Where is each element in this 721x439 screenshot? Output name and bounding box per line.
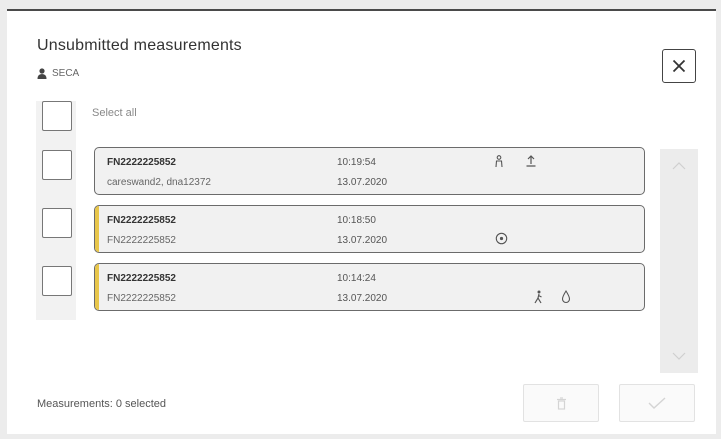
- drop-icon: [561, 290, 571, 304]
- chevron-down-icon: [672, 352, 686, 360]
- unsubmitted-measurements-dialog: Unsubmitted measurements SECA Select all…: [7, 9, 716, 434]
- user-name: SECA: [52, 67, 80, 79]
- confirm-button[interactable]: [619, 384, 695, 422]
- measurement-card[interactable]: FN2222225852 careswand2, dna12372 10:19:…: [94, 147, 645, 195]
- row-checkbox-2[interactable]: [42, 208, 72, 238]
- measurement-id: FN2222225852: [107, 273, 176, 284]
- list-scrollbar[interactable]: [660, 149, 698, 373]
- measurement-date: 13.07.2020: [337, 177, 388, 188]
- scroll-down-button[interactable]: [660, 339, 698, 373]
- scroll-up-button[interactable]: [660, 149, 698, 183]
- measurement-card[interactable]: FN2222225852 FN2222225852 10:18:50 13.07…: [94, 205, 645, 253]
- user-icon: [37, 67, 47, 79]
- delete-button[interactable]: [523, 384, 599, 422]
- measurement-id: FN2222225852: [107, 157, 176, 168]
- checkmark-icon: [648, 397, 666, 409]
- select-all-checkbox[interactable]: [42, 101, 72, 131]
- person-icon: [495, 155, 503, 168]
- chevron-up-icon: [672, 162, 686, 170]
- circle-icon: [495, 232, 508, 245]
- measurement-card[interactable]: FN2222225852 FN2222225852 10:14:24 13.07…: [94, 263, 645, 311]
- selection-status: Measurements: 0 selected: [37, 398, 167, 410]
- upload-icon: [526, 155, 536, 167]
- walking-icon: [534, 290, 542, 304]
- dialog-title: Unsubmitted measurements: [37, 37, 242, 54]
- measurement-date: 13.07.2020: [337, 293, 388, 304]
- measurement-time: 10:14:24: [337, 273, 376, 284]
- user-indicator: SECA: [37, 65, 79, 81]
- measurement-subtitle: FN2222225852: [107, 293, 176, 304]
- row-checkbox-3[interactable]: [42, 266, 72, 296]
- measurement-time: 10:18:50: [337, 215, 376, 226]
- close-icon: [672, 59, 686, 73]
- measurement-date: 13.07.2020: [337, 235, 388, 246]
- close-button[interactable]: [662, 49, 696, 83]
- measurement-time: 10:19:54: [337, 157, 376, 168]
- row-checkbox-1[interactable]: [42, 150, 72, 180]
- measurement-id: FN2222225852: [107, 215, 176, 226]
- trash-icon: [556, 396, 566, 410]
- measurement-subtitle: FN2222225852: [107, 235, 176, 246]
- select-all-label: Select all: [92, 107, 137, 119]
- measurement-subtitle: careswand2, dna12372: [107, 177, 211, 188]
